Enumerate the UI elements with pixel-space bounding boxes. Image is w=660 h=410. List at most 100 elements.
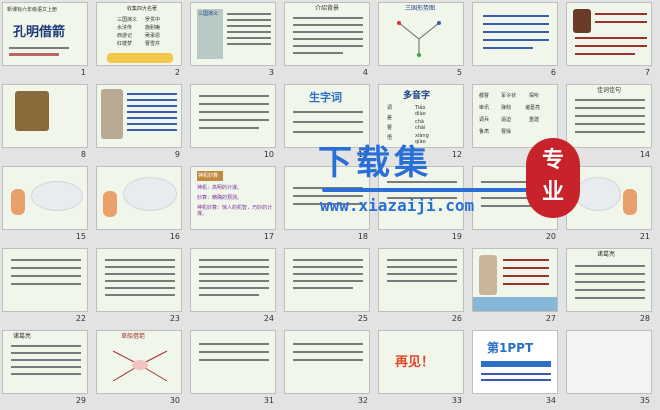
vocab-item: 诸葛亮 — [525, 105, 541, 111]
slide-thumbnail[interactable] — [2, 84, 88, 148]
map-diagram — [397, 21, 441, 57]
slide-cell[interactable]: 9 — [96, 84, 182, 162]
text-block — [199, 280, 269, 282]
text-block — [481, 379, 551, 381]
slide-thumbnail[interactable]: 三国演义 — [190, 2, 276, 66]
slide-cell[interactable]: 佳词佳句 14 — [566, 84, 652, 162]
text-block — [483, 31, 549, 33]
slide-cell[interactable]: 草船借箭 30 — [96, 330, 182, 408]
text-block — [575, 123, 645, 125]
text-block — [503, 283, 549, 285]
slide-cell[interactable]: 诸葛亮 28 — [566, 248, 652, 326]
slide-thumbnail[interactable] — [378, 248, 464, 312]
slide-thumbnail[interactable] — [284, 248, 370, 312]
slide-thumbnail[interactable]: 诸葛亮 — [566, 248, 652, 312]
slide-thumbnail[interactable] — [284, 330, 370, 394]
slide-heading: 诸葛亮 — [597, 251, 616, 258]
slide-cell[interactable]: 诸葛亮 29 — [2, 330, 88, 408]
slide-number: 30 — [169, 396, 180, 405]
text-block — [127, 123, 177, 125]
text-block — [575, 115, 645, 117]
slide-number: 25 — [357, 314, 368, 323]
slide-number: 18 — [357, 232, 368, 241]
slide-thumbnail[interactable]: 收集四大名著 三国演义 罗贯中 水浒传 施耐庵 西游记 吴承恩 红楼梦 曹雪芹 — [96, 2, 182, 66]
text-block — [293, 273, 363, 275]
slide-cell[interactable]: 24 — [190, 248, 276, 326]
slide-cell[interactable]: 新课标六年级语文上册 孔明借箭 1 — [2, 2, 88, 80]
text-block — [199, 119, 269, 121]
text-block — [575, 53, 635, 55]
slide-thumbnail[interactable] — [566, 2, 652, 66]
slide-number: 34 — [545, 396, 556, 405]
text-block — [293, 31, 363, 33]
text-block — [199, 287, 269, 289]
slide-cell[interactable]: 7 — [566, 2, 652, 80]
slide-cell[interactable]: 22 — [2, 248, 88, 326]
vocab-item: 曹操 — [501, 129, 512, 135]
text-block — [575, 289, 645, 291]
polyphonic-char: 差 — [387, 115, 393, 121]
slide-thumbnail[interactable] — [472, 248, 558, 312]
slide-cell[interactable]: 8 — [2, 84, 88, 162]
slide-cell[interactable]: 三国形势图 5 — [378, 2, 464, 80]
slide-cell[interactable]: 32 — [284, 330, 370, 408]
slide-cell[interactable]: 25 — [284, 248, 370, 326]
slide-cell[interactable]: 16 — [96, 166, 182, 244]
text-block — [199, 127, 259, 129]
watermark-url: www.xiazaiji.com — [320, 196, 475, 215]
slide-thumbnail[interactable]: 新课标六年级语文上册 孔明借箭 — [2, 2, 88, 66]
slide-thumbnail[interactable] — [2, 166, 88, 230]
slide-thumbnail[interactable] — [2, 248, 88, 312]
slide-thumbnail[interactable]: 再见！ — [378, 330, 464, 394]
slide-thumbnail[interactable]: 第1PPT — [472, 330, 558, 394]
slide-thumbnail[interactable]: 佳词佳句 — [566, 84, 652, 148]
text-block — [11, 345, 81, 347]
slide-thumbnail[interactable]: 诸葛亮 — [2, 330, 88, 394]
slide-number: 19 — [451, 232, 462, 241]
text-block — [199, 359, 269, 361]
slide-cell[interactable]: 35 — [566, 330, 652, 408]
slide-cell[interactable]: 6 — [472, 2, 558, 80]
slide-thumbnail[interactable]: 草船借箭 — [96, 330, 182, 394]
slide-thumbnail[interactable] — [96, 248, 182, 312]
text-block — [127, 93, 177, 95]
slide-cell[interactable]: 27 — [472, 248, 558, 326]
slide-thumbnail[interactable] — [566, 330, 652, 394]
text-block — [199, 351, 269, 353]
character-portrait — [573, 9, 591, 33]
text-block — [11, 373, 81, 375]
slide-cell[interactable]: 再见！ 33 — [378, 330, 464, 408]
vocab-item: 探听 — [529, 93, 540, 99]
slide-cell[interactable]: 26 — [378, 248, 464, 326]
vocab-item: 鲁肃 — [479, 129, 490, 135]
slide-thumbnail[interactable]: 介绍背景 — [284, 2, 370, 66]
text-block — [105, 294, 175, 296]
text-block — [503, 259, 549, 261]
slide-cell[interactable]: 第1PPT 34 — [472, 330, 558, 408]
slide-number: 33 — [451, 396, 462, 405]
slide-cell[interactable]: 介绍背景 4 — [284, 2, 370, 80]
slide-cell[interactable]: 神机妙算 神机：高明的计谋。 妙算：精确的预测。 神机妙算：惊人的机智，巧妙的计… — [190, 166, 276, 244]
slide-cell[interactable]: 10 — [190, 84, 276, 162]
slide-thumbnail[interactable] — [472, 2, 558, 66]
character-portrait — [15, 91, 49, 131]
text-block — [293, 45, 363, 47]
cartoon-character — [623, 189, 637, 215]
slide-thumbnail[interactable]: 神机妙算 神机：高明的计谋。 妙算：精确的预测。 神机妙算：惊人的机智，巧妙的计… — [190, 166, 276, 230]
slide-cell[interactable]: 23 — [96, 248, 182, 326]
slide-thumbnail[interactable]: 三国形势图 — [378, 2, 464, 66]
slide-thumbnail[interactable] — [190, 84, 276, 148]
slide-cell[interactable]: 收集四大名著 三国演义 罗贯中 水浒传 施耐庵 西游记 吴承恩 红楼梦 曹雪芹 … — [96, 2, 182, 80]
slide-thumbnail[interactable] — [96, 84, 182, 148]
text-block — [483, 47, 533, 49]
text-block — [11, 275, 81, 277]
slide-number: 10 — [263, 150, 274, 159]
text-block — [199, 259, 269, 261]
slide-thumbnail[interactable] — [190, 248, 276, 312]
text-block — [227, 31, 271, 33]
slide-thumbnail[interactable] — [190, 330, 276, 394]
slide-thumbnail[interactable] — [96, 166, 182, 230]
slide-cell[interactable]: 三国演义 3 — [190, 2, 276, 80]
slide-cell[interactable]: 15 — [2, 166, 88, 244]
slide-cell[interactable]: 31 — [190, 330, 276, 408]
